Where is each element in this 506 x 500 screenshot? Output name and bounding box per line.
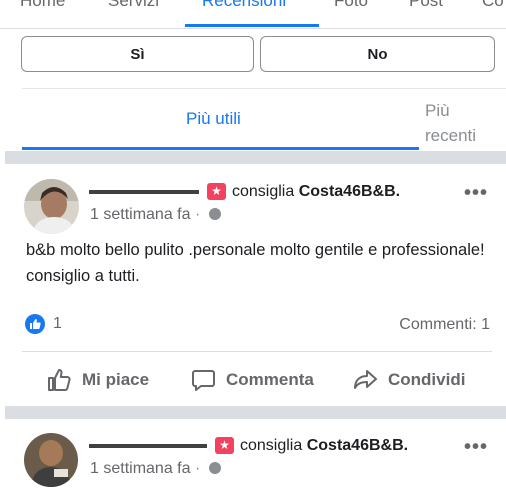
- divider: [22, 88, 506, 89]
- recommend-yes-button[interactable]: Sì: [21, 36, 254, 72]
- page-tab-bar: Home Servizi Recensioni Foto Post Co: [0, 0, 506, 29]
- recommends-text: consiglia: [232, 183, 295, 200]
- like-label: Mi piace: [82, 370, 150, 389]
- more-options-icon[interactable]: •••: [464, 436, 488, 459]
- like-reaction-icon: [25, 314, 45, 334]
- tab-posts[interactable]: Post: [409, 0, 443, 11]
- avatar-photo: [24, 179, 79, 234]
- share-button[interactable]: Condividi: [353, 368, 465, 392]
- tab-reviews[interactable]: Recensioni: [202, 0, 286, 11]
- review-post: ★ consiglia Costa46B&B. 1 settimana fa · …: [0, 164, 506, 404]
- post-time[interactable]: 1 settimana fa: [90, 206, 191, 223]
- reaction-summary[interactable]: 1: [25, 314, 62, 334]
- review-text: b&b molto bello pulito .personale molto …: [26, 241, 485, 285]
- tab-more[interactable]: Co: [482, 0, 504, 11]
- post-header: ★ consiglia Costa46B&B.: [89, 437, 408, 455]
- section-separator: [5, 151, 506, 164]
- recommend-badge-icon: ★: [207, 183, 226, 200]
- section-separator: [5, 406, 506, 419]
- comments-count[interactable]: Commenti: 1: [399, 316, 490, 334]
- redacted-author-name: [89, 443, 207, 448]
- sort-most-recent-tab[interactable]: Più recenti: [425, 98, 505, 148]
- sort-active-indicator: [22, 147, 419, 150]
- tab-photos[interactable]: Foto: [334, 0, 368, 11]
- recommend-badge-icon: ★: [215, 437, 234, 454]
- recommends-text: consiglia: [240, 437, 303, 454]
- post-time[interactable]: 1 settimana fa: [90, 460, 191, 477]
- share-icon: [354, 370, 377, 389]
- like-count: 1: [53, 315, 62, 332]
- redacted-author-name: [89, 189, 199, 194]
- review-post: ★ consiglia Costa46B&B. 1 settimana fa · …: [0, 419, 506, 500]
- thumbs-up-icon: [48, 369, 71, 391]
- post-timestamp: 1 settimana fa ·: [90, 460, 221, 478]
- recommend-yes-label: Sì: [130, 45, 145, 63]
- share-label: Condividi: [388, 370, 466, 389]
- recommend-no-label: No: [367, 45, 388, 63]
- avatar-photo: [24, 433, 78, 487]
- globe-icon: [208, 208, 221, 220]
- avatar[interactable]: [24, 179, 79, 234]
- active-tab-indicator: [185, 24, 319, 27]
- page-name-link[interactable]: Costa46B&B.: [307, 437, 408, 454]
- comment-button[interactable]: Commenta: [191, 368, 314, 392]
- avatar[interactable]: [24, 433, 78, 487]
- more-options-icon[interactable]: •••: [464, 182, 488, 205]
- divider: [22, 351, 492, 352]
- globe-icon: [208, 462, 221, 474]
- comment-icon: [192, 370, 215, 391]
- like-button[interactable]: Mi piace: [47, 368, 149, 392]
- sort-most-useful-tab[interactable]: Più utili: [186, 109, 241, 129]
- recommend-no-button[interactable]: No: [260, 36, 495, 72]
- post-timestamp: 1 settimana fa ·: [90, 206, 221, 224]
- comment-label: Commenta: [226, 370, 314, 389]
- tab-home[interactable]: Home: [20, 0, 65, 11]
- post-header: ★ consiglia Costa46B&B.: [89, 183, 400, 201]
- page-name-link[interactable]: Costa46B&B.: [299, 183, 400, 200]
- tab-services[interactable]: Servizi: [108, 0, 159, 11]
